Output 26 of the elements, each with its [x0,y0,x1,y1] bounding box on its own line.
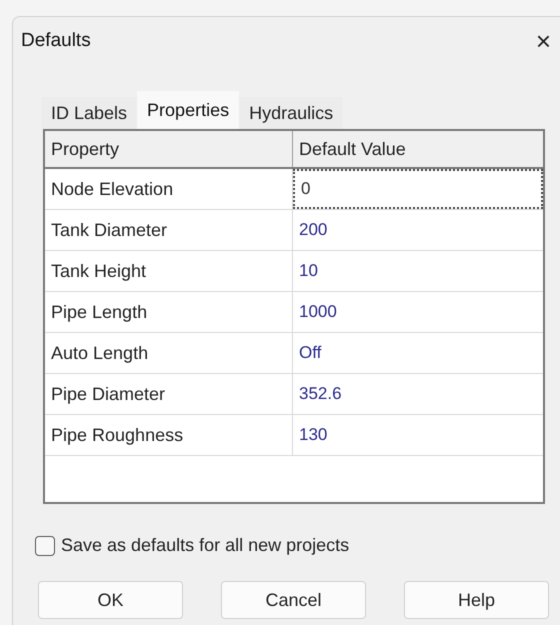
property-name-cell: Tank Height [45,251,293,291]
dialog-button[interactable]: OK [38,581,183,619]
close-button[interactable]: × [536,28,551,54]
property-name-cell: Auto Length [45,333,293,373]
property-value-cell[interactable]: 352.6 [293,374,543,414]
property-name-cell: Tank Diameter [45,210,293,250]
dialog-button[interactable]: Cancel [221,581,366,619]
tab[interactable]: ID Labels [41,97,138,129]
property-name-cell: Pipe Length [45,292,293,332]
property-name-cell: Pipe Diameter [45,374,293,414]
checkbox[interactable] [35,536,55,556]
property-value-cell[interactable]: 130 [293,415,543,455]
property-value-cell[interactable]: 1000 [293,292,543,332]
property-name-cell: Pipe Roughness [45,415,293,455]
tab[interactable]: Properties [137,91,240,129]
property-value-cell[interactable]: 10 [293,251,543,291]
column-header[interactable]: Property [45,131,293,167]
dialog-button[interactable]: Help [404,581,549,619]
property-name-cell: Node Elevation [45,169,293,209]
checkbox-label: Save as defaults for all new projects [61,534,350,557]
tab[interactable]: Hydraulics [239,97,344,129]
column-header[interactable]: Default Value [293,131,543,167]
property-value-cell[interactable]: 0 [293,169,543,209]
property-value-cell[interactable]: Off [293,333,543,373]
window-title: Defaults [21,28,91,53]
property-value-cell[interactable]: 200 [293,210,543,250]
